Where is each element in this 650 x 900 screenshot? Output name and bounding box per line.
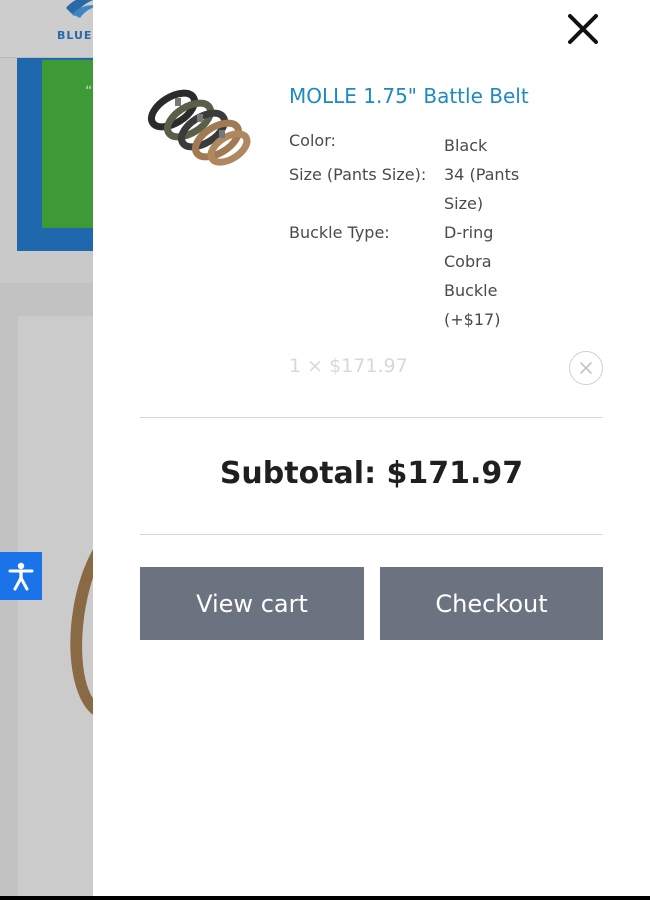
variation-row-color: Color: Black — [289, 128, 619, 160]
variation-row-size: Size (Pants Size): 34 (Pants Size) — [289, 160, 619, 218]
logo-text: BLUE — [57, 29, 93, 42]
view-cart-button[interactable]: View cart — [140, 567, 364, 640]
screen-bottom-edge — [0, 896, 650, 900]
variation-label: Size (Pants Size): — [289, 165, 427, 184]
divider — [140, 534, 603, 535]
mini-cart-drawer: MOLLE 1.75" Battle Belt Color: Black Siz… — [93, 0, 650, 896]
accessibility-button[interactable] — [0, 552, 42, 600]
page: BLUE “ MOLLE 1.75" Battle Belt Color: Bl… — [0, 0, 650, 900]
product-thumbnail[interactable] — [143, 86, 251, 172]
cart-subtotal: Subtotal: $171.97 — [219, 456, 524, 491]
variation-value: Black — [444, 136, 488, 155]
quote-mark: “ — [85, 84, 93, 100]
product-variations: Color: Black Size (Pants Size): 34 (Pant… — [289, 128, 619, 334]
remove-item-button[interactable] — [569, 351, 603, 385]
variation-label: Color: — [289, 131, 336, 150]
quantity-price: 1 × $171.97 — [289, 355, 408, 377]
variation-value: 34 (Pants Size) — [444, 165, 520, 213]
divider — [140, 417, 603, 418]
variation-label: Buckle Type: — [289, 223, 390, 242]
product-title-link[interactable]: MOLLE 1.75" Battle Belt — [289, 84, 529, 108]
checkout-button[interactable]: Checkout — [380, 567, 603, 640]
close-icon[interactable] — [565, 11, 601, 47]
remove-item-icon — [580, 362, 592, 374]
variation-row-buckle: Buckle Type: D-ring Cobra Buckle (+$17) — [289, 218, 619, 334]
accessibility-icon — [8, 562, 34, 591]
variation-value: D-ring Cobra Buckle (+$17) — [444, 223, 501, 329]
